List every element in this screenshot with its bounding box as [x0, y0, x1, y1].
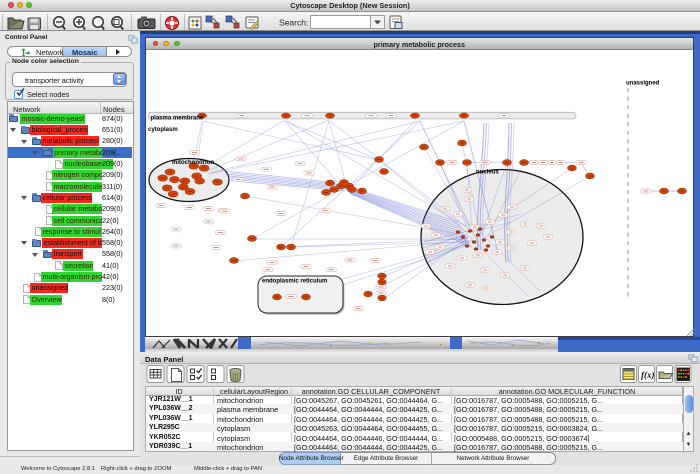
- svg-text:nucleus: nucleus: [476, 170, 499, 176]
- svg-text:endoplasmic reticulum: endoplasmic reticulum: [262, 279, 327, 285]
- svg-text:mitochondrion: mitochondrion: [172, 160, 214, 166]
- svg-text:unassigned: unassigned: [626, 81, 660, 87]
- svg-text:f(x): f(x): [641, 370, 655, 380]
- svg-text:plasma membrane: plasma membrane: [151, 116, 204, 122]
- svg-text:Search:: Search:: [279, 17, 308, 27]
- svg-text:cytoplasm: cytoplasm: [148, 127, 178, 133]
